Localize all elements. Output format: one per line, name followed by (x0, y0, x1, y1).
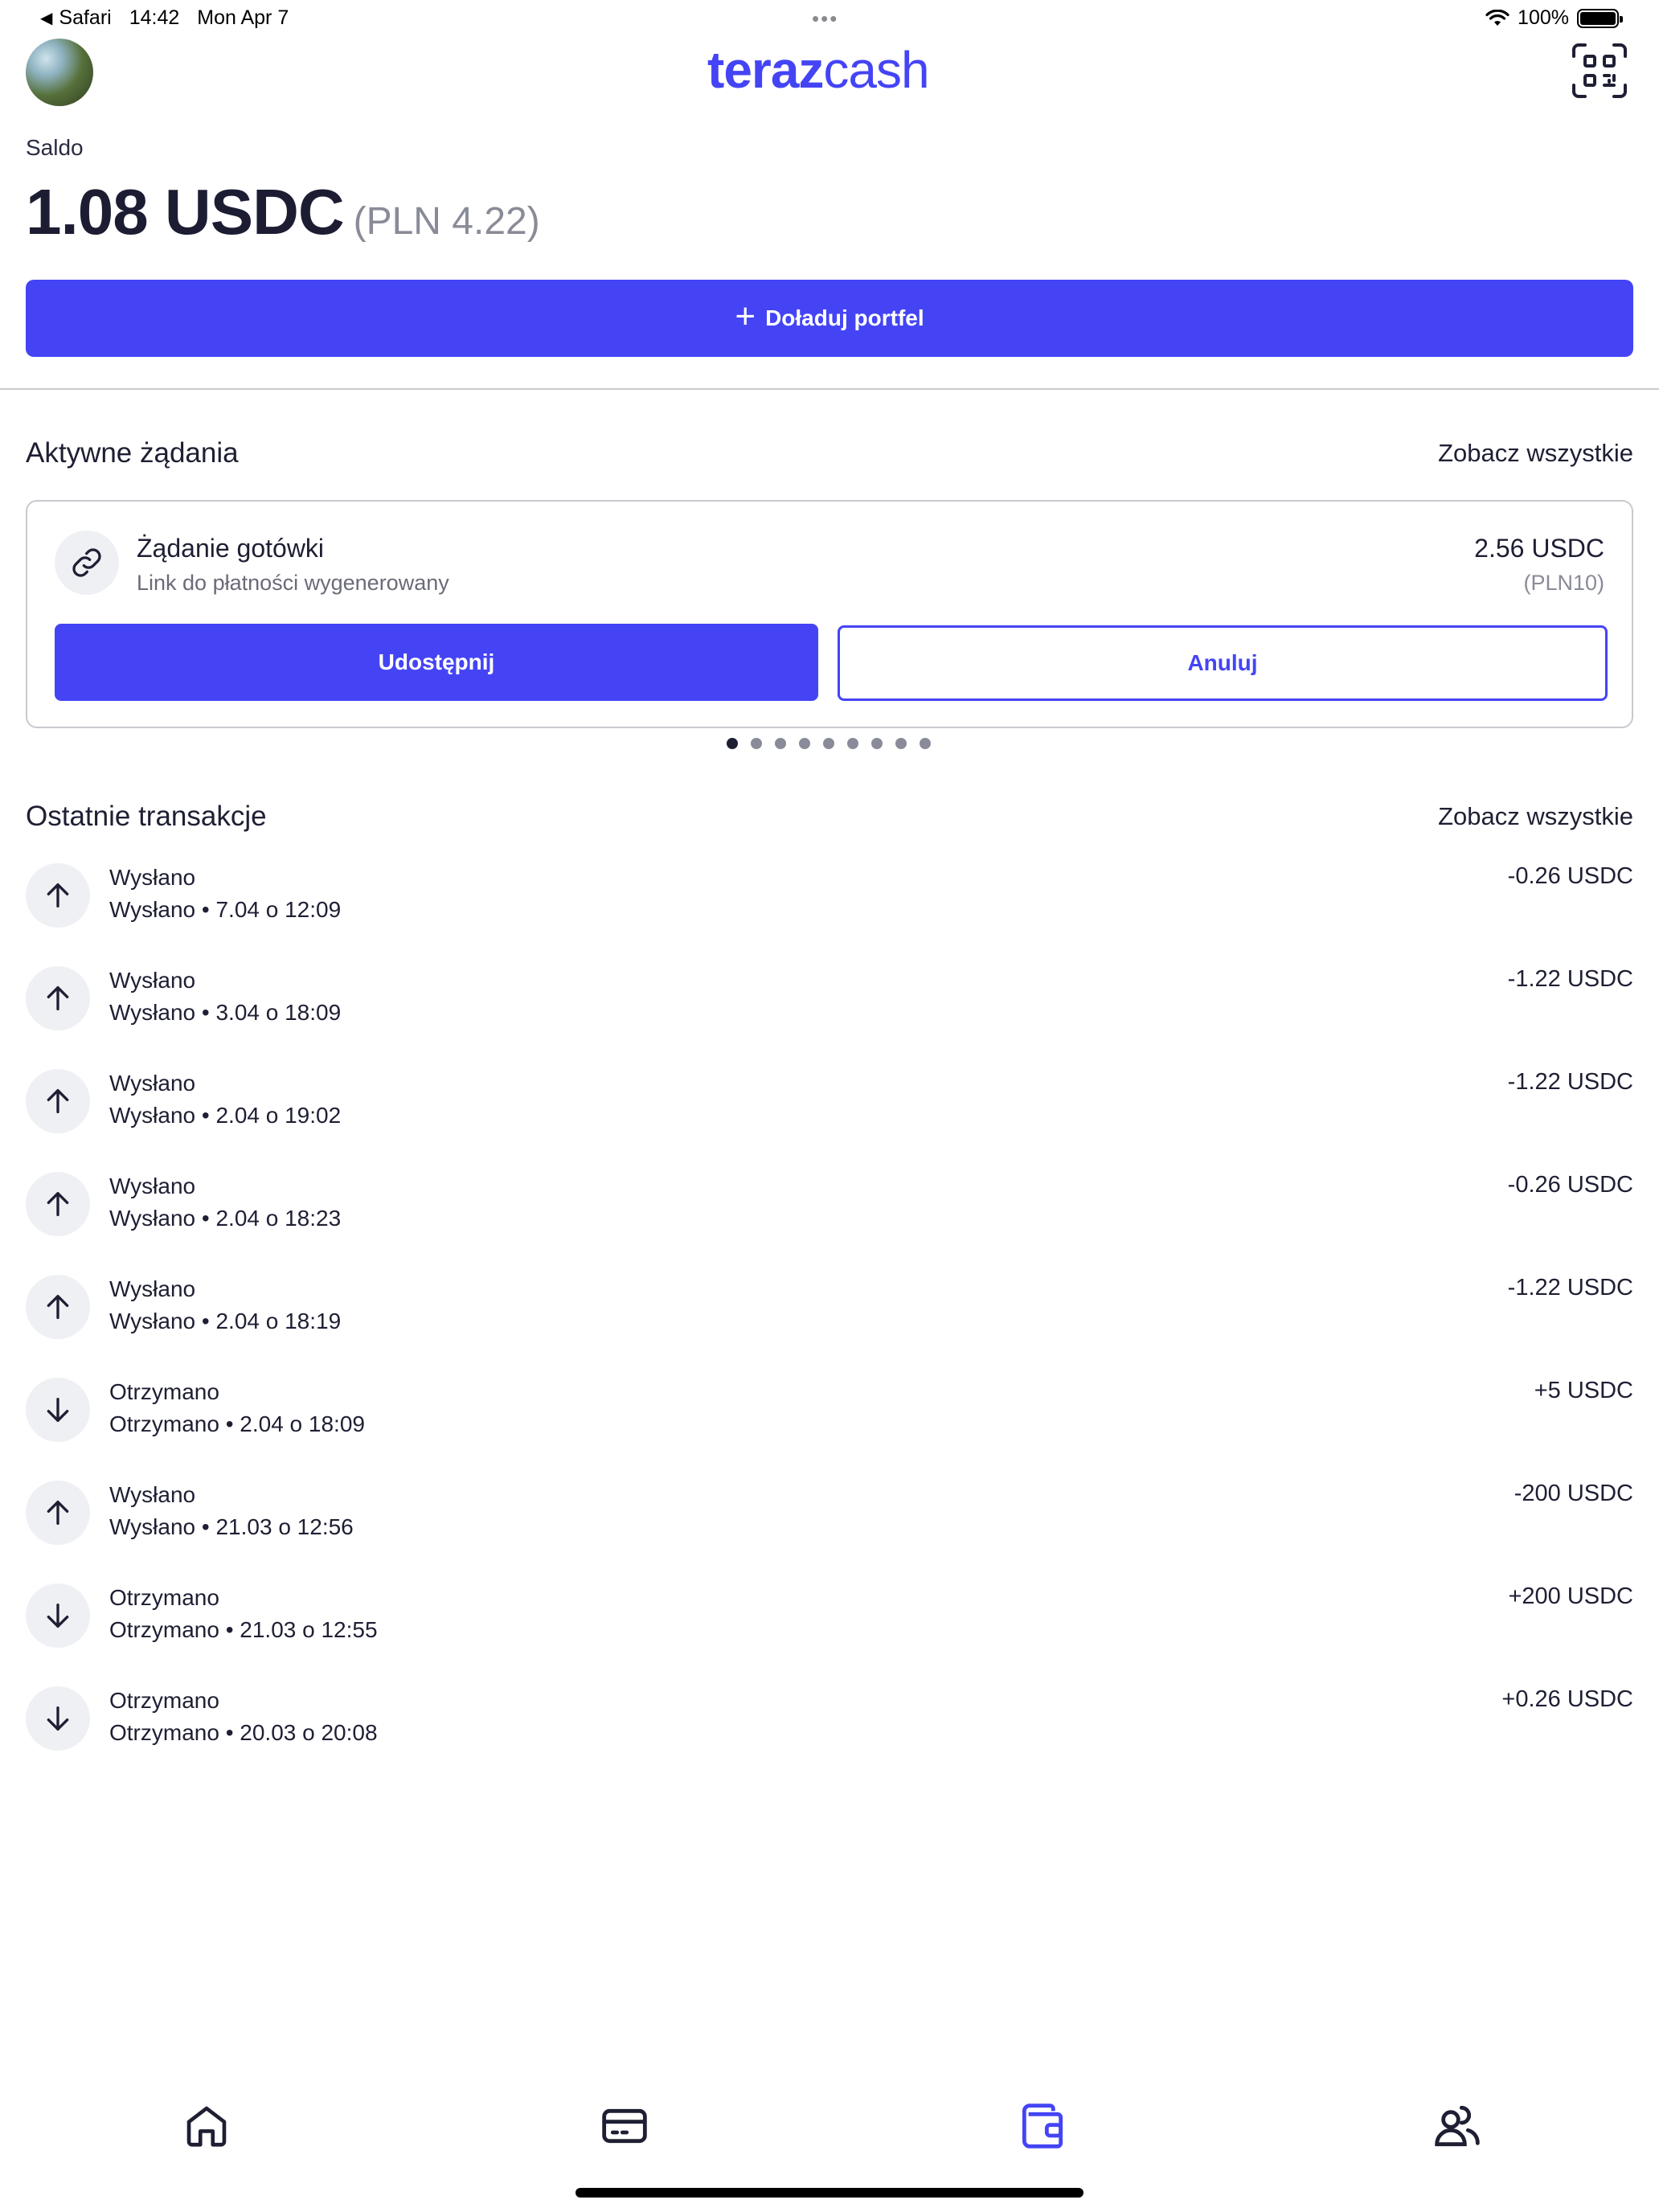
pager-dot[interactable] (799, 738, 810, 749)
transaction-title: Wysłano (109, 865, 196, 890)
transaction-amount: +5 USDC (1534, 1378, 1633, 1403)
qr-scan-icon (1572, 43, 1627, 98)
arrow-up-icon (26, 966, 90, 1030)
transaction-subtitle: Wysłano • 2.04 o 18:19 (109, 1309, 342, 1333)
home-icon (186, 2106, 227, 2147)
request-card[interactable]: Żądanie gotówki Link do płatności wygene… (26, 500, 1633, 728)
pager-dot[interactable] (751, 738, 762, 749)
plus-icon: + (735, 297, 756, 336)
qr-scan-button[interactable] (1571, 42, 1628, 100)
nav-wallet[interactable] (1014, 2098, 1071, 2154)
transaction-row[interactable]: Otrzymano Otrzymano • 20.03 o 20:08 +0.2… (26, 1675, 1633, 1763)
request-fiat: (PLN10) (1523, 571, 1604, 595)
arrow-up-icon (26, 1172, 90, 1236)
transaction-subtitle: Wysłano • 3.04 o 18:09 (109, 1000, 342, 1025)
nav-cards[interactable] (596, 2098, 653, 2154)
back-app-label[interactable]: Safari (59, 6, 111, 30)
balance-usdc: 1.08 USDC (26, 176, 345, 248)
wallet-icon (1022, 2103, 1063, 2149)
transaction-amount: -1.22 USDC (1507, 1275, 1633, 1301)
transaction-row[interactable]: Otrzymano Otrzymano • 2.04 o 18:09 +5 US… (26, 1366, 1633, 1455)
transaction-row[interactable]: Wysłano Wysłano • 7.04 o 12:09 -0.26 USD… (26, 852, 1633, 940)
transaction-title: Wysłano (109, 1482, 196, 1507)
pager-dot[interactable] (920, 738, 931, 749)
topup-label: Doładuj portfel (765, 305, 924, 330)
arrow-down-icon (26, 1686, 90, 1751)
pager-dot[interactable] (895, 738, 907, 749)
nav-contacts[interactable] (1429, 2098, 1485, 2154)
transaction-title: Wysłano (109, 1071, 196, 1096)
arrow-down-icon (26, 1378, 90, 1442)
logo-bold-text: teraz (707, 41, 824, 99)
pager-dot[interactable] (847, 738, 858, 749)
cancel-button[interactable]: Anuluj (838, 625, 1608, 701)
transaction-title: Otrzymano (109, 1688, 219, 1713)
status-time: 14:42 (129, 6, 180, 29)
transaction-subtitle: Wysłano • 21.03 o 12:56 (109, 1514, 354, 1539)
active-requests-see-all-link[interactable]: Zobacz wszystkie (1438, 439, 1633, 468)
pager-dot[interactable] (871, 738, 883, 749)
status-date: Mon Apr 7 (197, 6, 289, 29)
balance-amount: 1.08 USDC (PLN 4.22) (26, 175, 540, 249)
transaction-row[interactable]: Wysłano Wysłano • 2.04 o 19:02 -1.22 USD… (26, 1058, 1633, 1146)
transaction-subtitle: Otrzymano • 2.04 o 18:09 (109, 1411, 365, 1436)
transaction-subtitle: Wysłano • 2.04 o 18:23 (109, 1206, 342, 1231)
battery-icon (1577, 8, 1623, 28)
request-pager[interactable] (727, 738, 931, 749)
pager-dot[interactable] (823, 738, 834, 749)
request-title: Żądanie gotówki (137, 534, 325, 563)
topup-wallet-button[interactable]: + Doładuj portfel (26, 280, 1633, 357)
battery-percent: 100% (1518, 6, 1569, 29)
transaction-amount: -0.26 USDC (1507, 1172, 1633, 1198)
transaction-row[interactable]: Wysłano Wysłano • 2.04 o 18:23 -0.26 USD… (26, 1161, 1633, 1249)
transactions-see-all-link[interactable]: Zobacz wszystkie (1438, 802, 1633, 831)
arrow-up-icon (26, 1481, 90, 1545)
transaction-subtitle: Otrzymano • 20.03 o 20:08 (109, 1720, 378, 1745)
transaction-title: Otrzymano (109, 1379, 219, 1404)
avatar[interactable] (26, 39, 93, 106)
transaction-row[interactable]: Wysłano Wysłano • 3.04 o 18:09 -1.22 USD… (26, 955, 1633, 1043)
arrow-up-icon (26, 863, 90, 928)
app-logo: terazcash (707, 40, 930, 100)
balance-fiat: (PLN 4.22) (353, 200, 540, 243)
share-button[interactable]: Udostępnij (55, 624, 818, 701)
arrow-up-icon (26, 1275, 90, 1339)
transactions-title: Ostatnie transakcje (26, 801, 267, 832)
transaction-amount: -1.22 USDC (1507, 1069, 1633, 1095)
pager-dot[interactable] (727, 738, 738, 749)
status-bar: ◀ Safari 14:42 Mon Apr 7 ••• 100% (0, 0, 1659, 39)
balance-label: Saldo (26, 135, 84, 160)
transaction-row[interactable]: Otrzymano Otrzymano • 21.03 o 12:55 +200… (26, 1572, 1633, 1661)
back-arrow-icon[interactable]: ◀ (40, 8, 52, 28)
transaction-amount: -0.26 USDC (1507, 863, 1633, 889)
multitask-dots-icon[interactable]: ••• (812, 6, 838, 31)
logo-light-text: cash (823, 41, 929, 99)
transaction-amount: -200 USDC (1514, 1481, 1633, 1506)
transaction-title: Wysłano (109, 1174, 196, 1198)
contacts-icon (1435, 2105, 1480, 2147)
transaction-amount: +0.26 USDC (1501, 1686, 1633, 1712)
request-amount: 2.56 USDC (1474, 534, 1604, 563)
active-requests-title: Aktywne żądania (26, 437, 239, 469)
transaction-subtitle: Otrzymano • 21.03 o 12:55 (109, 1617, 378, 1642)
wifi-icon (1485, 9, 1509, 26)
request-subtitle: Link do płatności wygenerowany (137, 571, 449, 595)
card-icon (602, 2108, 647, 2144)
transaction-title: Otrzymano (109, 1585, 219, 1610)
transaction-title: Wysłano (109, 1276, 196, 1301)
transaction-amount: -1.22 USDC (1507, 966, 1633, 992)
pager-dot[interactable] (775, 738, 786, 749)
transaction-subtitle: Wysłano • 2.04 o 19:02 (109, 1103, 342, 1128)
transaction-subtitle: Wysłano • 7.04 o 12:09 (109, 897, 342, 922)
transaction-title: Wysłano (109, 968, 196, 993)
home-indicator[interactable] (576, 2188, 1083, 2198)
link-icon (55, 530, 119, 595)
arrow-down-icon (26, 1583, 90, 1648)
arrow-up-icon (26, 1069, 90, 1133)
transaction-row[interactable]: Wysłano Wysłano • 21.03 o 12:56 -200 USD… (26, 1469, 1633, 1558)
divider (0, 388, 1659, 390)
nav-home[interactable] (178, 2098, 235, 2154)
transaction-row[interactable]: Wysłano Wysłano • 2.04 o 18:19 -1.22 USD… (26, 1264, 1633, 1352)
transaction-amount: +200 USDC (1508, 1583, 1633, 1609)
